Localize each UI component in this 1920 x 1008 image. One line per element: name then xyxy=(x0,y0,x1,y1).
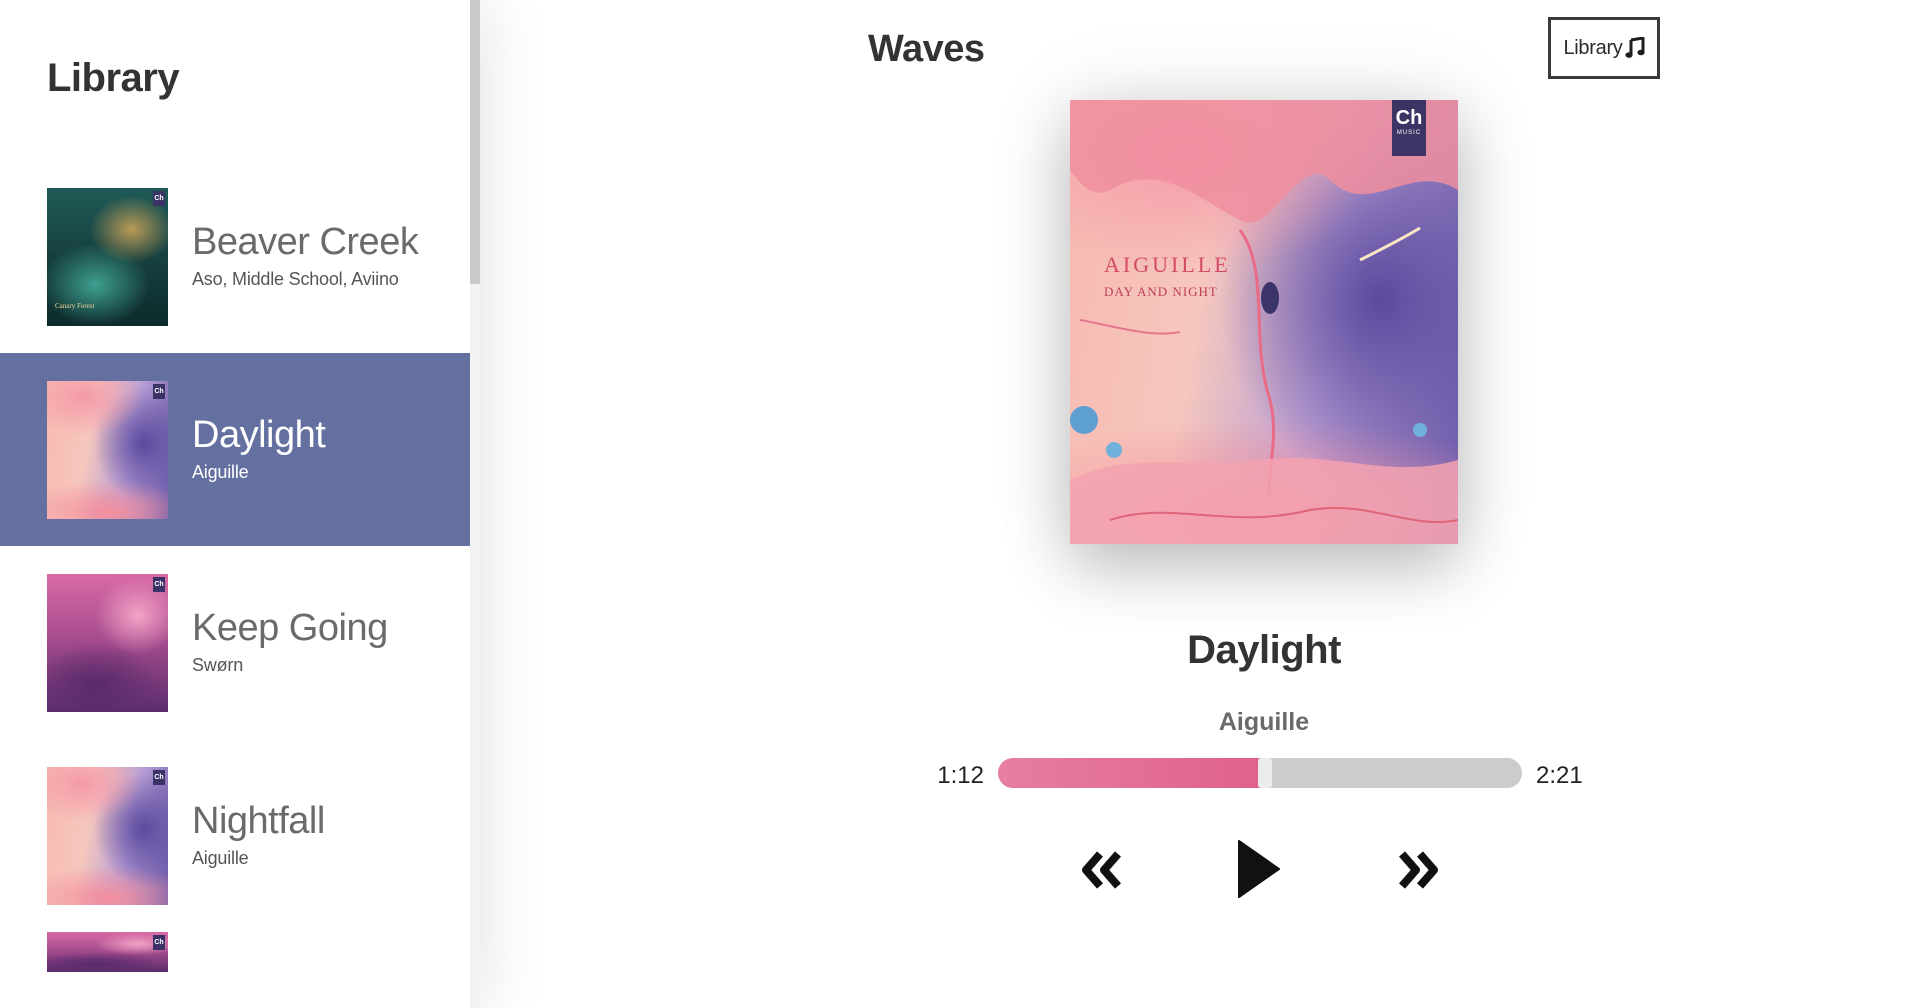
library-toggle-button[interactable]: Library xyxy=(1548,17,1660,79)
song-item-nightfall[interactable]: Ch Nightfall Aiguille xyxy=(0,739,470,932)
song-info: Keep Going Swørn xyxy=(192,607,388,676)
play-button[interactable] xyxy=(1232,836,1284,902)
label-badge: Ch xyxy=(153,935,165,950)
skip-back-button[interactable] xyxy=(1078,842,1124,898)
song-item-keep-going[interactable]: Ch Keep Going Swørn xyxy=(0,546,470,739)
cover-album-text: DAY AND NIGHT xyxy=(1104,284,1218,299)
song-name: Beaver Creek xyxy=(192,221,419,264)
song-name: Daylight xyxy=(192,414,326,457)
album-cover-large: Ch MUSIC AIGUILLE DAY AND NIGHT xyxy=(1070,100,1458,544)
sidebar-title: Library xyxy=(47,56,180,100)
song-info: Nightfall Aiguille xyxy=(192,800,325,869)
song-info: Beaver Creek Aso, Middle School, Aviino xyxy=(192,221,419,290)
album-cover: Ch xyxy=(47,573,168,712)
song-list: Ch Canary Forest Beaver Creek Aso, Middl… xyxy=(0,160,470,992)
album-cover: Ch xyxy=(47,932,168,972)
music-note-icon xyxy=(1624,37,1645,58)
song-info: Daylight Aiguille xyxy=(192,414,326,483)
progress-fill xyxy=(998,758,1266,788)
label-badge: Ch xyxy=(153,383,165,399)
time-duration: 2:21 xyxy=(1536,762,1583,789)
app-title: Waves xyxy=(868,28,985,70)
song-item-partial[interactable]: Ch xyxy=(0,932,470,992)
label-badge: Ch xyxy=(153,576,165,592)
skip-back-icon xyxy=(1082,851,1122,889)
cover-caption: Canary Forest xyxy=(55,301,95,310)
song-artist: Swørn xyxy=(192,654,244,675)
label-badge: Ch xyxy=(153,769,165,785)
library-button-label: Library xyxy=(1563,36,1623,59)
badge-subtext: MUSIC xyxy=(1396,130,1422,136)
track-artist: Aiguille xyxy=(1218,708,1310,736)
library-sidebar: Library Ch Canary Forest Beaver Creek As… xyxy=(0,0,480,1008)
song-artist: Aso, Middle School, Aviino xyxy=(192,268,399,289)
cover-artist-text: AIGUILLE xyxy=(1104,252,1231,277)
progress-knob[interactable] xyxy=(1258,758,1273,788)
album-art: Ch MUSIC AIGUILLE DAY AND NIGHT xyxy=(1070,100,1458,544)
song-name: Nightfall xyxy=(192,800,325,843)
sidebar-scrollbar-thumb[interactable] xyxy=(470,0,480,284)
album-cover: Ch xyxy=(47,766,168,905)
track-title: Daylight xyxy=(1187,628,1341,672)
skip-forward-button[interactable] xyxy=(1396,842,1442,898)
song-artist: Aiguille xyxy=(192,461,249,482)
time-elapsed: 1:12 xyxy=(937,762,984,789)
album-cover: Ch xyxy=(47,380,168,519)
label-badge: Ch xyxy=(153,190,165,206)
skip-forward-icon xyxy=(1398,851,1438,889)
song-name: Keep Going xyxy=(192,607,388,650)
play-icon xyxy=(1238,840,1280,898)
album-cover: Ch Canary Forest xyxy=(47,187,168,326)
song-item-daylight[interactable]: Ch Daylight Aiguille xyxy=(0,353,470,546)
cover-illustration xyxy=(1070,100,1458,544)
song-artist: Aiguille xyxy=(192,847,249,868)
song-item-beaver-creek[interactable]: Ch Canary Forest Beaver Creek Aso, Middl… xyxy=(0,160,470,353)
label-badge-large: Ch MUSIC xyxy=(1392,100,1426,156)
